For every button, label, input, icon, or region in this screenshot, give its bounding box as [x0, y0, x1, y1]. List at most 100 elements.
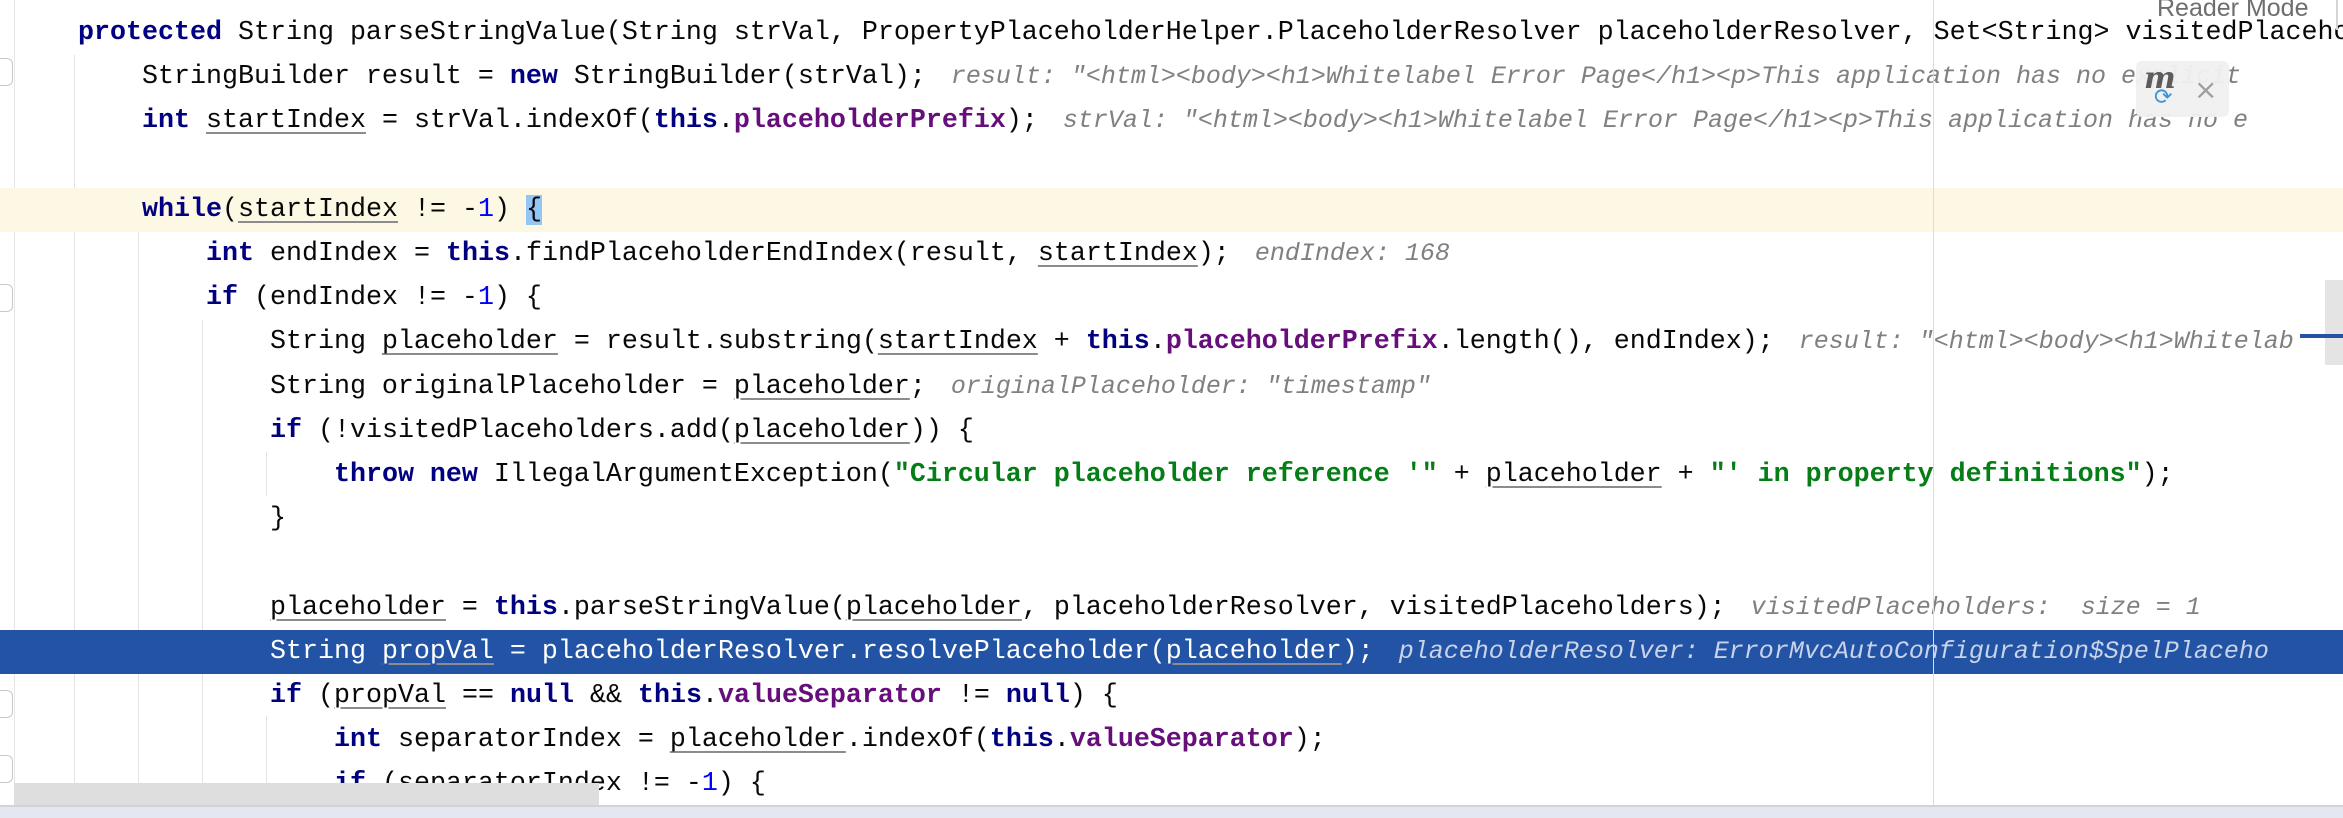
status-strip	[0, 805, 2343, 818]
code-line[interactable]: if (!visitedPlaceholders.add(placeholder…	[0, 409, 2343, 453]
reassigned-variable: placeholder	[1165, 636, 1342, 667]
code-line-selected[interactable]: String propVal = placeholderResolver.res…	[0, 629, 2343, 674]
code-line[interactable]	[0, 541, 2343, 585]
keyword: throw new	[333, 460, 478, 490]
number-literal: 1	[701, 769, 718, 800]
code-line[interactable]: int separatorIndex = placeholder.indexOf…	[0, 718, 2343, 762]
code-text: ;	[909, 371, 926, 402]
number-literal: 1	[477, 194, 494, 225]
vertical-scrollbar[interactable]	[2325, 280, 2343, 365]
code-text: .indexOf(	[845, 725, 990, 756]
code-text: );	[1197, 239, 1230, 269]
code-text: );	[1293, 725, 1326, 756]
keyword: this	[445, 239, 510, 269]
right-margin-guide	[1933, 0, 1934, 805]
horizontal-scrollbar[interactable]	[14, 783, 599, 805]
code-line[interactable]: protected String parseStringValue(String…	[0, 11, 2343, 55]
code-line[interactable]: int endIndex = this.findPlaceholderEndIn…	[0, 232, 2343, 276]
code-line[interactable]	[0, 144, 2343, 188]
code-text: (!visitedPlaceholders.add(	[301, 415, 734, 446]
code-text: )	[493, 194, 526, 225]
code-line[interactable]: String originalPlaceholder = placeholder…	[0, 365, 2343, 409]
code-text: );	[1341, 636, 1374, 667]
code-text: separatorIndex =	[381, 725, 670, 756]
code-text: (	[301, 681, 334, 711]
reassigned-variable: startIndex	[237, 194, 398, 225]
keyword: if	[269, 681, 302, 711]
keyword: null	[1005, 681, 1070, 711]
code-text: =	[445, 592, 494, 623]
keyword: this	[989, 725, 1054, 756]
reader-mode-button[interactable]: Reader Mode	[2157, 0, 2308, 23]
keyword: new	[509, 62, 558, 93]
code-text: (endIndex != -	[237, 283, 478, 314]
keyword: this	[637, 681, 702, 711]
string-literal: "Circular placeholder reference '"	[893, 460, 1438, 490]
inline-debug-hint: endIndex: 168	[1239, 239, 1450, 268]
keyword: int	[333, 725, 382, 756]
code-text: = placeholderResolver.resolvePlaceholder…	[493, 636, 1166, 667]
inline-debug-hint: visitedPlaceholders: size = 1	[1735, 592, 2201, 622]
keyword: if	[269, 415, 302, 446]
reassigned-variable: placeholder	[845, 592, 1022, 623]
code-text: StringBuilder result =	[78, 62, 510, 93]
code-line[interactable]: if (endIndex != -1) {	[0, 276, 2343, 320]
code-text: +	[1037, 327, 1086, 358]
code-line[interactable]: StringBuilder result = new StringBuilder…	[0, 55, 2343, 99]
code-line[interactable]: String placeholder = result.substring(st…	[0, 320, 2343, 364]
code-text: String parseStringValue(String strVal, P…	[221, 18, 2343, 48]
code-line[interactable]: while(startIndex != -1) {	[0, 187, 2343, 232]
divider	[2336, 0, 2338, 30]
code-text: .length(), endIndex);	[1437, 327, 1774, 358]
reassigned-variable: placeholder	[733, 371, 910, 402]
field: valueSeparator	[717, 681, 942, 711]
code-line[interactable]: placeholder = this.parseStringValue(plac…	[0, 586, 2343, 630]
field: placeholderPrefix	[1165, 327, 1438, 358]
code-text: IllegalArgumentException(	[477, 460, 894, 490]
reassigned-variable: placeholder	[733, 415, 910, 446]
code-text: StringBuilder(strVal);	[557, 62, 926, 93]
keyword: null	[509, 681, 574, 711]
code-text: , placeholderResolver, visitedPlaceholde…	[1021, 592, 1726, 623]
refresh-icon[interactable]: ⟳	[2154, 85, 2172, 110]
code-text: ) {	[1069, 681, 1118, 711]
code-text: ) {	[493, 283, 542, 314]
code-text: = result.substring(	[557, 327, 878, 358]
code-line[interactable]: }	[0, 497, 2343, 541]
inline-debug-hint: placeholderResolver: ErrorMvcAutoConfigu…	[1383, 636, 2269, 666]
inline-debug-hint: strVal: "<html><body><h1>Whitelabel Erro…	[1047, 106, 2249, 136]
code-text: String	[78, 636, 382, 667]
inline-debug-hint: result: "<html><body><h1>Whitelabel Erro…	[935, 62, 2242, 92]
code-line[interactable]: throw new IllegalArgumentException("Circ…	[0, 453, 2343, 497]
code-text: endIndex =	[253, 239, 446, 269]
keyword: this	[493, 592, 558, 623]
reassigned-variable: placeholder	[669, 725, 846, 756]
reassigned-variable: startIndex	[1037, 239, 1198, 269]
code-text: String originalPlaceholder =	[78, 371, 734, 402]
keyword: protected	[78, 18, 222, 48]
matched-brace: {	[525, 194, 542, 225]
code-text: .	[717, 106, 734, 137]
code-text: .	[1053, 725, 1070, 756]
string-literal: "' in property definitions"	[1709, 460, 2142, 490]
inline-debug-hint: originalPlaceholder: "timestamp"	[935, 371, 1431, 401]
code-text: = strVal.indexOf(	[365, 106, 654, 137]
reassigned-variable: startIndex	[877, 327, 1038, 358]
code-line[interactable]: int startIndex = strVal.indexOf(this.pla…	[0, 99, 2343, 143]
close-icon[interactable]: ×	[2194, 73, 2217, 106]
code-text: ) {	[717, 769, 766, 800]
code-text: .	[701, 681, 718, 711]
reassigned-variable: placeholder	[269, 592, 446, 623]
code-text: ==	[445, 681, 510, 711]
keyword: int	[205, 239, 254, 269]
code-line[interactable]: if (propVal == null && this.valueSeparat…	[0, 674, 2343, 718]
code-text: != -	[397, 194, 478, 225]
code-text: )) {	[909, 415, 974, 446]
